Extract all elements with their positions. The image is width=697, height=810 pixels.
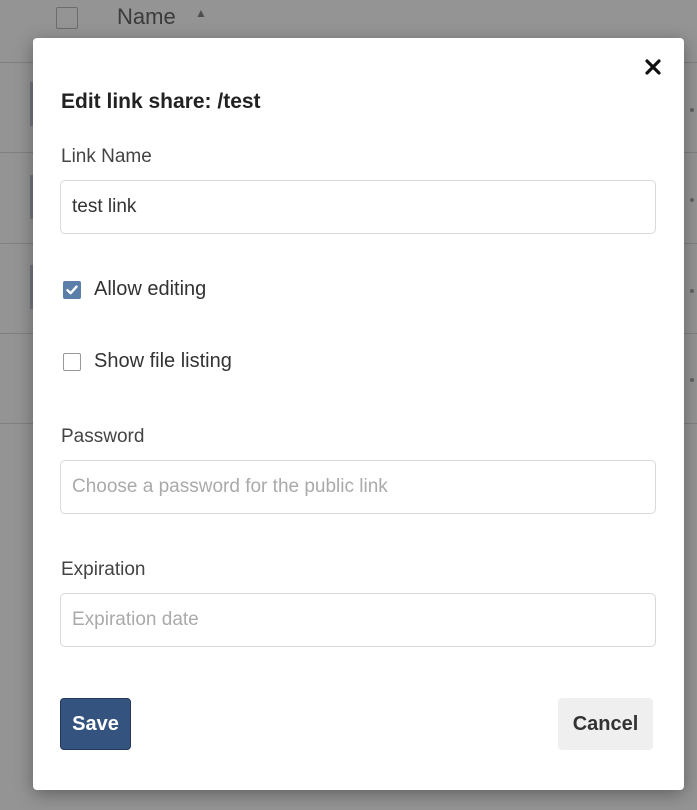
dialog-title: Edit link share: /test (61, 90, 261, 113)
cancel-button[interactable]: Cancel (558, 698, 653, 750)
show-file-listing-checkbox[interactable] (63, 352, 81, 371)
allow-editing-checkbox[interactable] (63, 280, 81, 299)
allow-editing-option[interactable]: Allow editing (63, 278, 206, 301)
password-label: Password (61, 426, 145, 447)
edit-link-share-dialog: Edit link share: /test Link Name Allow e… (33, 38, 684, 790)
password-input[interactable] (60, 460, 656, 514)
expiration-label: Expiration (61, 559, 146, 580)
expiration-date-input[interactable] (60, 593, 656, 647)
link-name-input[interactable] (60, 180, 656, 234)
close-button[interactable] (640, 54, 666, 80)
link-name-label: Link Name (61, 146, 152, 167)
checkmark-icon (66, 284, 78, 294)
show-file-listing-label: Show file listing (94, 350, 232, 372)
show-file-listing-option[interactable]: Show file listing (63, 350, 232, 373)
save-button[interactable]: Save (60, 698, 131, 750)
close-icon (645, 59, 661, 75)
allow-editing-label: Allow editing (94, 278, 207, 300)
